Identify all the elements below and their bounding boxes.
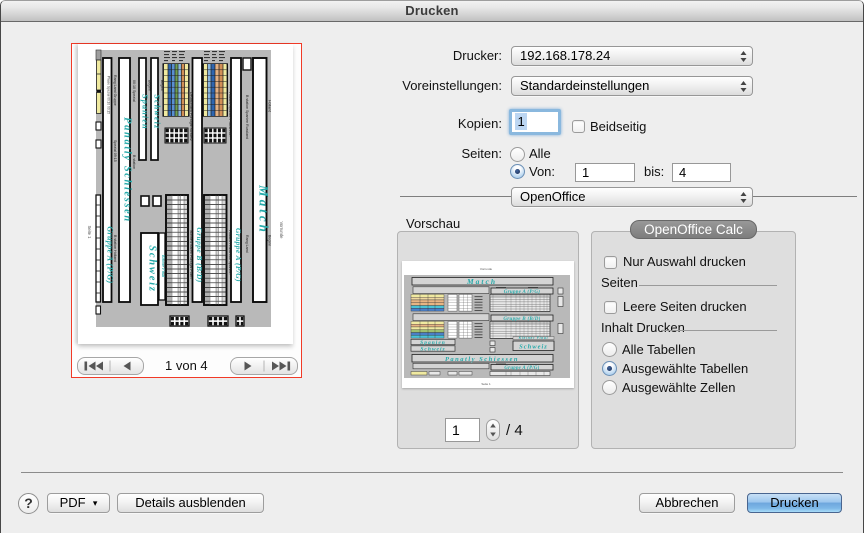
svg-text:B station Spanien Russland: B station Spanien Russland [245, 95, 249, 139]
svg-text:Beginn: Beginn [148, 80, 152, 91]
svg-text:Rang Land Gruppe: Rang Land Gruppe [113, 75, 117, 106]
svg-text:Beginn: Beginn [160, 80, 164, 91]
svg-text:Panatly Schiessen: Panatly Schiessen [122, 117, 133, 223]
svg-text:Spezial 09:15: Spezial 09:15 [113, 140, 117, 162]
svg-text:Deutschland Portugal Schweiz: Deutschland Portugal Schweiz [189, 92, 193, 141]
svg-text:Schweiz: Schweiz [519, 343, 548, 350]
svg-text:Seite 1: Seite 1 [481, 382, 491, 386]
svg-text:Match: Match [466, 277, 497, 286]
svg-text:Spanien: Spanien [141, 94, 150, 130]
svg-text:B station Holland: B station Holland [113, 235, 117, 262]
svg-text:Panatly Schiessen: Panatly Schiessen [445, 356, 519, 363]
svg-text:Beginn: Beginn [268, 235, 272, 246]
svg-text:Schweiz: Schweiz [153, 94, 162, 129]
svg-text:Seite 1: Seite 1 [87, 225, 92, 239]
svg-text:Schweiz Italien Portugal Polen: Schweiz Italien Portugal Polen [189, 230, 193, 279]
svg-text:Holland: Holland [268, 100, 272, 112]
svg-text:Phase Spezial 00:10 09:15: Phase Spezial 00:10 09:15 [106, 76, 110, 114]
svg-text:00:10 Spezial: 00:10 Spezial [132, 80, 136, 102]
svg-text:Schweiz: Schweiz [147, 245, 158, 293]
svg-text:Gruppe B (B/D): Gruppe B (B/D) [195, 227, 204, 282]
svg-text:Gruppe A (P/G): Gruppe A (P/G) [234, 228, 243, 282]
svg-text:Spanien: Spanien [420, 340, 446, 346]
svg-text:Kleiner Final: Kleiner Final [519, 336, 549, 340]
svg-text:Vorrunde: Vorrunde [480, 267, 493, 271]
svg-text:Schweiz: Schweiz [420, 346, 445, 352]
svg-text:Vorrunde: Vorrunde [279, 222, 284, 240]
svg-text:Holland Spanien Frankreich: Holland Spanien Frankreich [228, 92, 232, 136]
svg-text:Holland Frankreich Spanien: Holland Frankreich Spanien [228, 230, 232, 274]
svg-text:Match: Match [257, 184, 272, 235]
svg-text:Rang Land: Rang Land [245, 235, 249, 253]
svg-text:B station: B station [132, 155, 136, 169]
svg-text:Gruppe A (P/G): Gruppe A (P/G) [504, 366, 539, 371]
svg-text:Kleiner Final: Kleiner Final [161, 254, 166, 278]
svg-text:Gruppe A (P/G): Gruppe A (P/G) [105, 226, 114, 283]
